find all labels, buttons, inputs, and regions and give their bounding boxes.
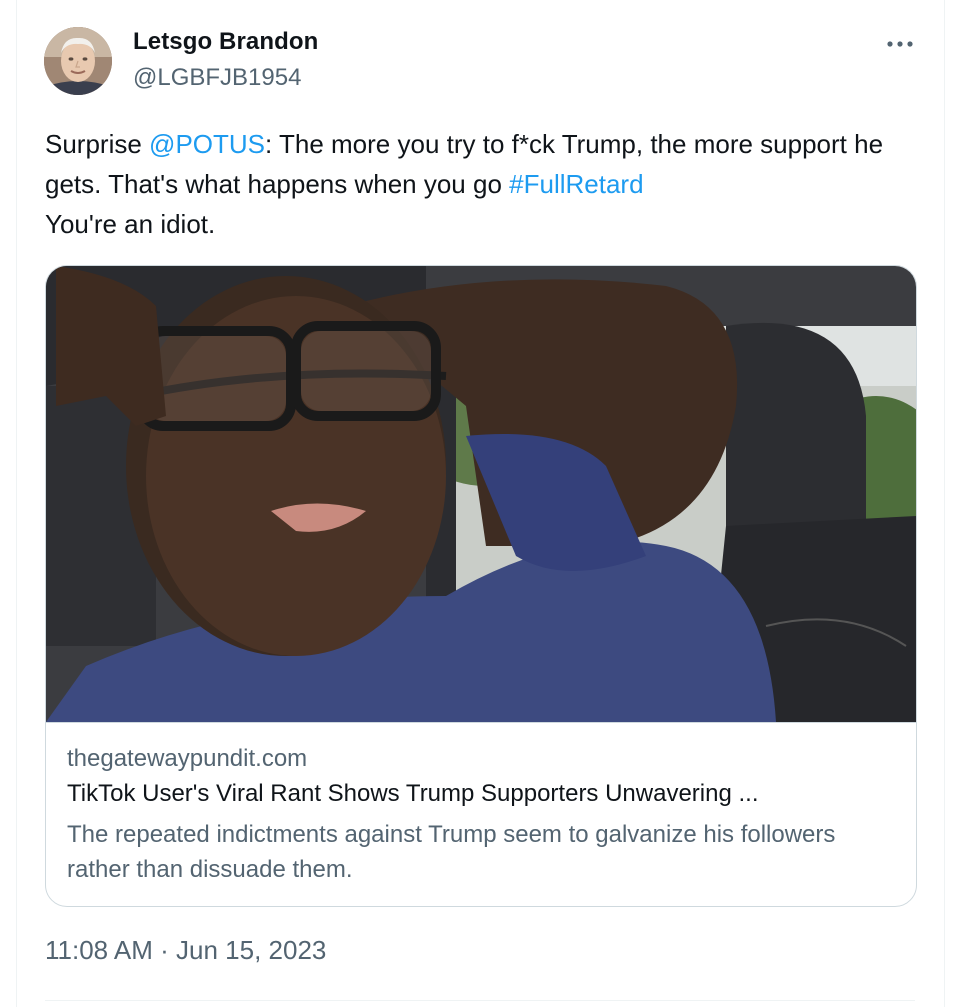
tweet-timestamp[interactable]: 11:08 AM · Jun 15, 2023 <box>45 935 326 966</box>
link-card-meta: thegatewaypundit.com TikTok User's Viral… <box>46 722 916 906</box>
tweet-text: Surprise @POTUS: The more you try to f*c… <box>45 124 925 244</box>
link-preview-card[interactable]: thegatewaypundit.com TikTok User's Viral… <box>45 265 917 907</box>
tweet-text-intro: Surprise <box>45 129 150 159</box>
hashtag-link[interactable]: #FullRetard <box>509 169 643 199</box>
link-card-title: TikTok User's Viral Rant Shows Trump Sup… <box>67 780 759 807</box>
link-card-description: The repeated indictments against Trump s… <box>67 821 836 883</box>
tweet-container: Letsgo Brandon @LGBFJB1954 Surprise @POT… <box>0 0 960 1007</box>
profile-photo <box>44 27 112 95</box>
video-still-image <box>46 266 916 722</box>
more-options-button[interactable] <box>880 30 920 58</box>
divider <box>45 1000 915 1001</box>
tweet-text-closing: You're an idiot. <box>45 209 216 239</box>
author-handle[interactable]: @LGBFJB1954 <box>133 64 301 92</box>
mention-link[interactable]: @POTUS <box>149 129 265 159</box>
link-card-domain: thegatewaypundit.com <box>67 745 308 772</box>
timeline-border-left <box>16 0 17 1007</box>
author-avatar[interactable] <box>44 27 112 95</box>
link-card-image <box>46 266 916 722</box>
timeline-border-right <box>944 0 945 1007</box>
author-display-name[interactable]: Letsgo Brandon <box>133 28 318 56</box>
more-horizontal-icon <box>887 41 913 47</box>
